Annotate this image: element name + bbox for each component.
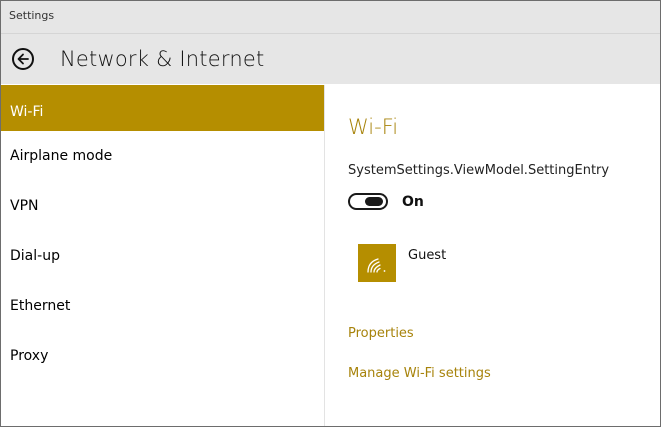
- sidebar-item-label: Wi-Fi: [10, 104, 44, 120]
- toggle-state-label: On: [402, 193, 424, 210]
- sidebar-item-proxy[interactable]: Proxy: [1, 331, 324, 381]
- sidebar-item-ethernet[interactable]: Ethernet: [1, 281, 324, 331]
- sidebar-item-label: Dial-up: [10, 248, 60, 264]
- page-header: Network & Internet: [1, 34, 660, 84]
- network-name: Guest: [408, 248, 447, 263]
- manage-wifi-settings-link[interactable]: Manage Wi-Fi settings: [348, 366, 491, 381]
- content-area: Wi-Fi Airplane mode VPN Dial-up Ethernet…: [1, 85, 660, 426]
- sidebar-item-label: Airplane mode: [10, 148, 113, 164]
- back-button[interactable]: [12, 48, 34, 70]
- sidebar-item-wifi[interactable]: Wi-Fi: [1, 85, 324, 131]
- network-tile: [358, 244, 396, 282]
- sidebar-item-label: VPN: [10, 198, 39, 214]
- main-panel: Wi-Fi SystemSettings.ViewModel.SettingEn…: [325, 85, 660, 426]
- sidebar-item-dial-up[interactable]: Dial-up: [1, 231, 324, 281]
- back-arrow-icon: [17, 53, 29, 65]
- wifi-toggle[interactable]: [348, 193, 388, 210]
- window-title: Settings: [9, 9, 55, 22]
- settings-window: Settings Network & Internet Wi-Fi Airpla…: [0, 0, 661, 427]
- wifi-toggle-row: On: [348, 193, 424, 210]
- page-title: Network & Internet: [60, 47, 265, 71]
- sidebar-item-label: Proxy: [10, 348, 49, 364]
- toggle-knob: [365, 197, 383, 206]
- properties-link[interactable]: Properties: [348, 326, 414, 341]
- title-bar: Settings: [1, 1, 660, 34]
- sidebar-item-airplane-mode[interactable]: Airplane mode: [1, 131, 324, 181]
- wifi-signal-icon: [367, 258, 386, 273]
- network-item-guest[interactable]: Guest: [358, 244, 446, 282]
- sidebar-item-label: Ethernet: [10, 298, 71, 314]
- sidebar-item-vpn[interactable]: VPN: [1, 181, 324, 231]
- sidebar-nav: Wi-Fi Airplane mode VPN Dial-up Ethernet…: [1, 85, 325, 426]
- setting-label: SystemSettings.ViewModel.SettingEntry: [348, 163, 610, 178]
- section-title: Wi-Fi: [348, 115, 399, 139]
